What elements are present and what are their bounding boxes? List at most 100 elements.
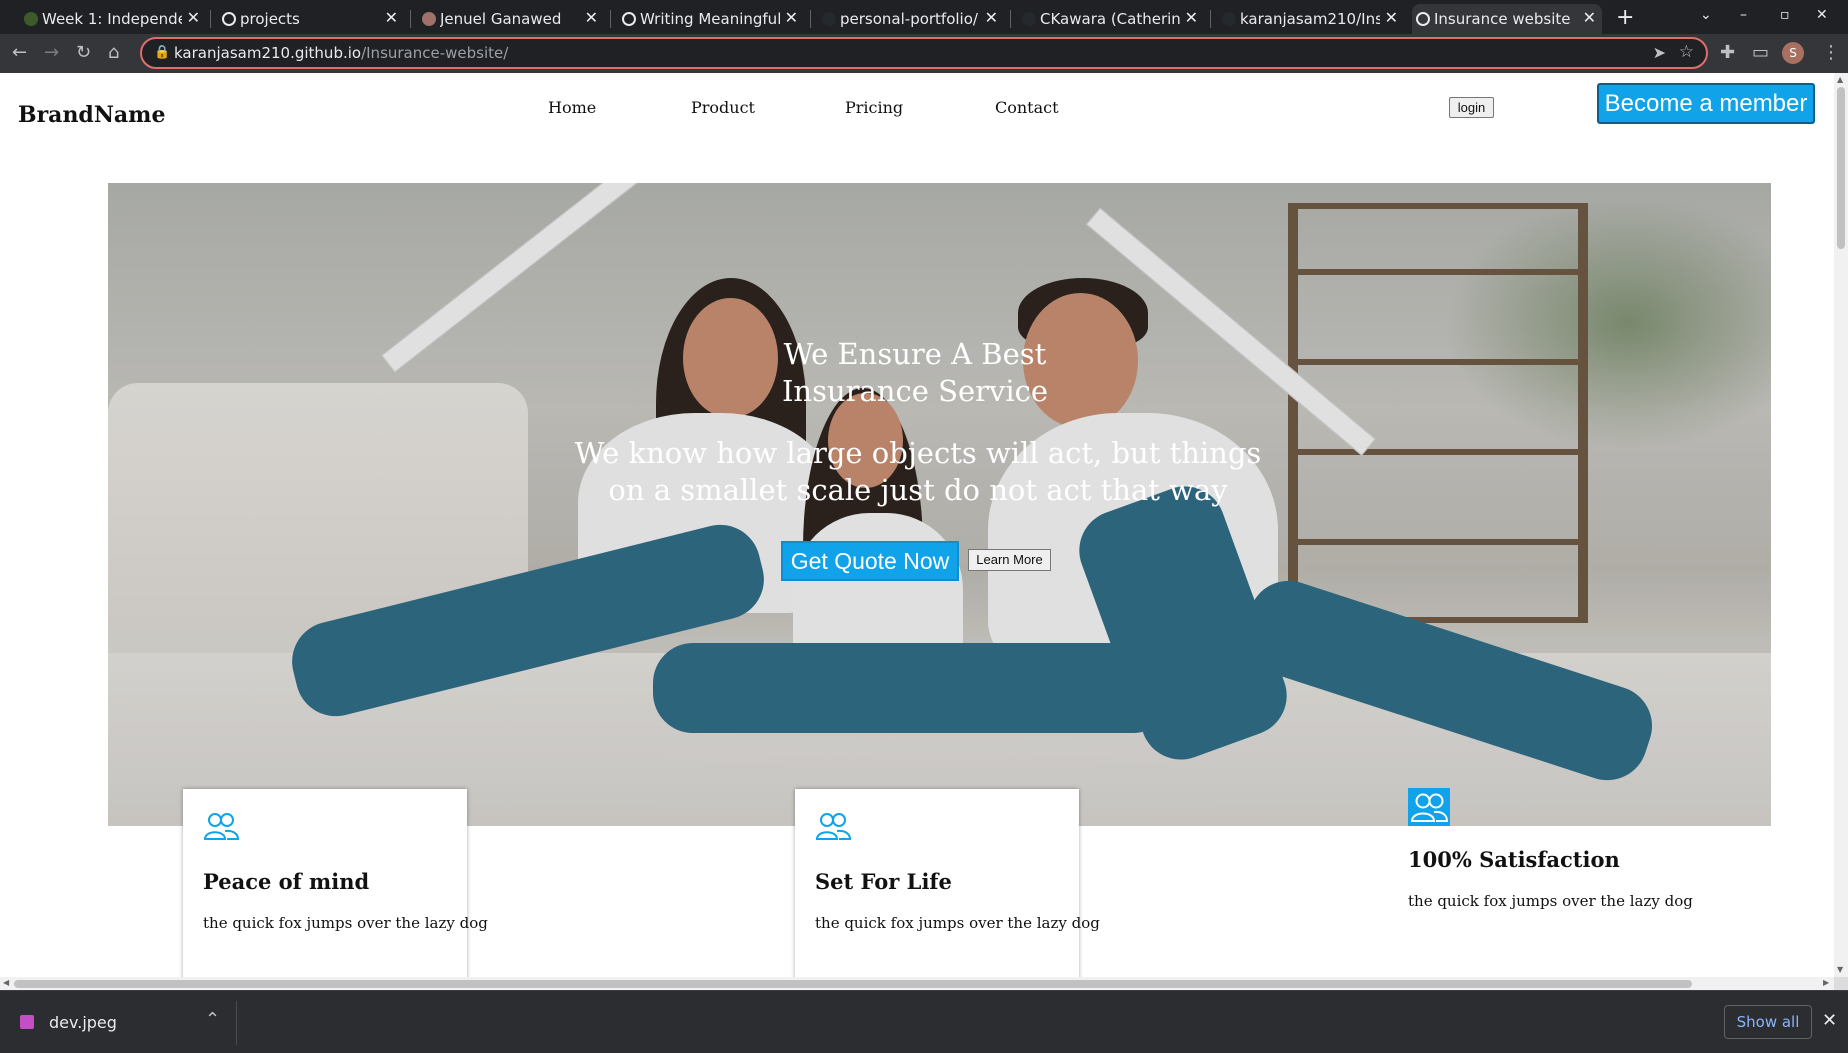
tab-separator bbox=[410, 10, 411, 28]
hero-title: We Ensure A Best Insurance Service bbox=[108, 336, 1722, 410]
send-tab-icon[interactable]: ➤ bbox=[1653, 43, 1666, 62]
vertical-scrollbar[interactable]: ▲ ▼ bbox=[1834, 73, 1848, 977]
feature-icon-box bbox=[1408, 788, 1450, 826]
horizontal-scrollbar[interactable]: ◀ ▶ bbox=[0, 977, 1834, 990]
hero-title-line1: We Ensure A Best bbox=[783, 337, 1047, 371]
tab-karanjasam[interactable]: karanjasam210/Insu ✕ bbox=[1218, 4, 1404, 34]
tab-close-icon[interactable]: ✕ bbox=[1385, 8, 1398, 28]
hero-title-line2: Insurance Service bbox=[781, 374, 1049, 408]
users-icon bbox=[203, 813, 239, 840]
url-text[interactable]: karanjasam210.github.io/Insurance-websit… bbox=[174, 44, 508, 62]
get-quote-button[interactable]: Get Quote Now bbox=[781, 541, 959, 581]
tab-search-icon[interactable]: ⌄ bbox=[1700, 7, 1712, 23]
tab-title: Week 1: Independen bbox=[42, 10, 182, 28]
menu-kebab-icon[interactable]: ⋮ bbox=[1822, 42, 1840, 64]
learn-more-button[interactable]: Learn More bbox=[968, 549, 1051, 571]
users-icon bbox=[815, 813, 851, 840]
nav-product[interactable]: Product bbox=[691, 98, 755, 117]
browser-toolbar: ← → ↻ ⌂ 🔒 karanjasam210.github.io/Insura… bbox=[0, 34, 1848, 73]
download-file-name[interactable]: dev.jpeg bbox=[49, 1013, 117, 1032]
cast-icon[interactable]: ▭ bbox=[1752, 42, 1769, 64]
brand-logo[interactable]: BrandName bbox=[18, 102, 165, 128]
home-icon[interactable]: ⌂ bbox=[108, 42, 119, 64]
tab-close-icon[interactable]: ✕ bbox=[1583, 8, 1596, 28]
tab-projects[interactable]: projects ✕ bbox=[218, 4, 404, 34]
feature-card-set-for-life: Set For Life the quick fox jumps over th… bbox=[795, 789, 1100, 977]
bookmark-star-icon[interactable]: ☆ bbox=[1679, 42, 1694, 62]
github-icon bbox=[1222, 12, 1236, 26]
forward-icon[interactable]: → bbox=[44, 42, 59, 64]
tab-close-icon[interactable]: ✕ bbox=[1185, 8, 1198, 28]
tab-writing[interactable]: Writing Meaningful ✕ bbox=[618, 4, 804, 34]
scroll-up-icon[interactable]: ▲ bbox=[1837, 75, 1843, 84]
lock-icon[interactable]: 🔒 bbox=[154, 45, 170, 60]
globe-icon bbox=[222, 12, 236, 26]
tab-close-icon[interactable]: ✕ bbox=[187, 8, 200, 28]
hero-banner: We Ensure A Best Insurance Service We kn… bbox=[108, 183, 1771, 826]
profile-avatar[interactable]: S bbox=[1782, 42, 1804, 64]
tab-week1[interactable]: Week 1: Independen ✕ bbox=[20, 4, 206, 34]
tab-portfolio[interactable]: personal-portfolio/ ✕ bbox=[818, 4, 1004, 34]
tab-title: Writing Meaningful bbox=[640, 10, 780, 28]
feature-title: 100% Satisfaction bbox=[1408, 847, 1620, 872]
extensions-icon[interactable]: ✚ bbox=[1720, 42, 1735, 64]
tab-separator bbox=[1210, 10, 1211, 28]
close-window-icon[interactable]: ✕ bbox=[1816, 7, 1828, 23]
restore-icon[interactable]: ▫ bbox=[1780, 7, 1790, 23]
close-icon[interactable]: ✕ bbox=[1822, 1010, 1837, 1031]
image-file-icon bbox=[20, 1015, 34, 1029]
page-viewport: BrandName Home Product Pricing Contact l… bbox=[0, 73, 1834, 977]
tab-close-icon[interactable]: ✕ bbox=[785, 8, 798, 28]
tab-insurance-website[interactable]: Insurance website ✕ bbox=[1412, 4, 1602, 34]
scrollbar-corner bbox=[1834, 977, 1848, 990]
scroll-down-icon[interactable]: ▼ bbox=[1837, 965, 1843, 974]
tab-title: Jenuel Ganawed bbox=[440, 10, 562, 28]
feature-title: Set For Life bbox=[815, 869, 952, 894]
download-shelf: dev.jpeg ⌃ Show all ✕ bbox=[0, 990, 1848, 1053]
nav-contact[interactable]: Contact bbox=[995, 98, 1059, 117]
chevron-up-icon[interactable]: ⌃ bbox=[205, 1009, 220, 1030]
tab-close-icon[interactable]: ✕ bbox=[585, 8, 598, 28]
become-member-button[interactable]: Become a member bbox=[1597, 83, 1815, 124]
globe-icon bbox=[622, 12, 636, 26]
scroll-right-icon[interactable]: ▶ bbox=[1823, 978, 1829, 987]
tab-close-icon[interactable]: ✕ bbox=[985, 8, 998, 28]
reload-icon[interactable]: ↻ bbox=[76, 42, 91, 64]
login-button[interactable]: login bbox=[1449, 97, 1494, 118]
tab-separator bbox=[610, 10, 611, 28]
tab-title: Insurance website bbox=[1434, 10, 1571, 28]
nav-pricing[interactable]: Pricing bbox=[845, 98, 903, 117]
nav-home[interactable]: Home bbox=[548, 98, 596, 117]
tab-title: projects bbox=[240, 10, 300, 28]
minimize-icon[interactable]: – bbox=[1740, 7, 1747, 23]
url-domain: karanjasam210.github.io bbox=[174, 44, 362, 62]
github-icon bbox=[822, 12, 836, 26]
back-icon[interactable]: ← bbox=[12, 42, 27, 64]
tab-close-icon[interactable]: ✕ bbox=[385, 8, 398, 28]
feature-description: the quick fox jumps over the lazy dog bbox=[203, 914, 488, 932]
tab-title: CKawara (Catherine bbox=[1040, 10, 1180, 28]
tab-separator bbox=[1010, 10, 1011, 28]
new-tab-icon[interactable]: + bbox=[1616, 5, 1634, 30]
hero-subtitle: We know how large objects will act, but … bbox=[574, 436, 1262, 507]
show-all-button[interactable]: Show all bbox=[1724, 1005, 1812, 1039]
url-path: /Insurance-website/ bbox=[361, 44, 509, 62]
horizontal-scroll-thumb[interactable] bbox=[14, 980, 1692, 988]
github-icon bbox=[1022, 12, 1036, 26]
tab-separator bbox=[210, 10, 211, 28]
profile-favicon-icon bbox=[422, 12, 436, 26]
tab-favicon-icon bbox=[24, 12, 38, 26]
scroll-left-icon[interactable]: ◀ bbox=[3, 978, 9, 987]
vertical-scroll-thumb[interactable] bbox=[1837, 87, 1845, 249]
feature-card-peace: Peace of mind the quick fox jumps over t… bbox=[183, 789, 488, 977]
tab-strip: Week 1: Independen ✕ projects ✕ Jenuel G… bbox=[0, 0, 1848, 34]
address-bar[interactable]: 🔒 karanjasam210.github.io/Insurance-webs… bbox=[140, 37, 1708, 69]
users-icon bbox=[1410, 793, 1449, 822]
globe-icon bbox=[1416, 12, 1430, 26]
tab-jenuel[interactable]: Jenuel Ganawed ✕ bbox=[418, 4, 604, 34]
tab-separator bbox=[810, 10, 811, 28]
feature-description: the quick fox jumps over the lazy dog bbox=[1408, 892, 1693, 910]
tab-ckawara[interactable]: CKawara (Catherine ✕ bbox=[1018, 4, 1204, 34]
tab-title: personal-portfolio/ bbox=[840, 10, 978, 28]
tab-title: karanjasam210/Insu bbox=[1240, 10, 1380, 28]
